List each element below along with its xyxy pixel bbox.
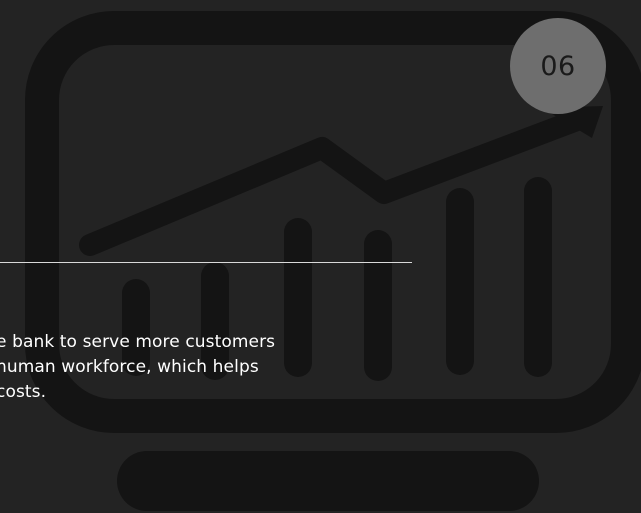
body-text: e bank to serve more customers human wor… [0,330,406,405]
slide: e bank to serve more customers human wor… [0,0,641,513]
body-text-line: costs. [0,382,47,402]
step-number: 06 [540,50,576,82]
step-number-badge: 06 [510,18,606,114]
monitor-stand [117,451,539,511]
trend-line [79,109,588,256]
divider-line [0,262,412,263]
body-text-line: e bank to serve more customers [0,332,276,352]
body-text-line: human workforce, which helps [0,357,259,377]
